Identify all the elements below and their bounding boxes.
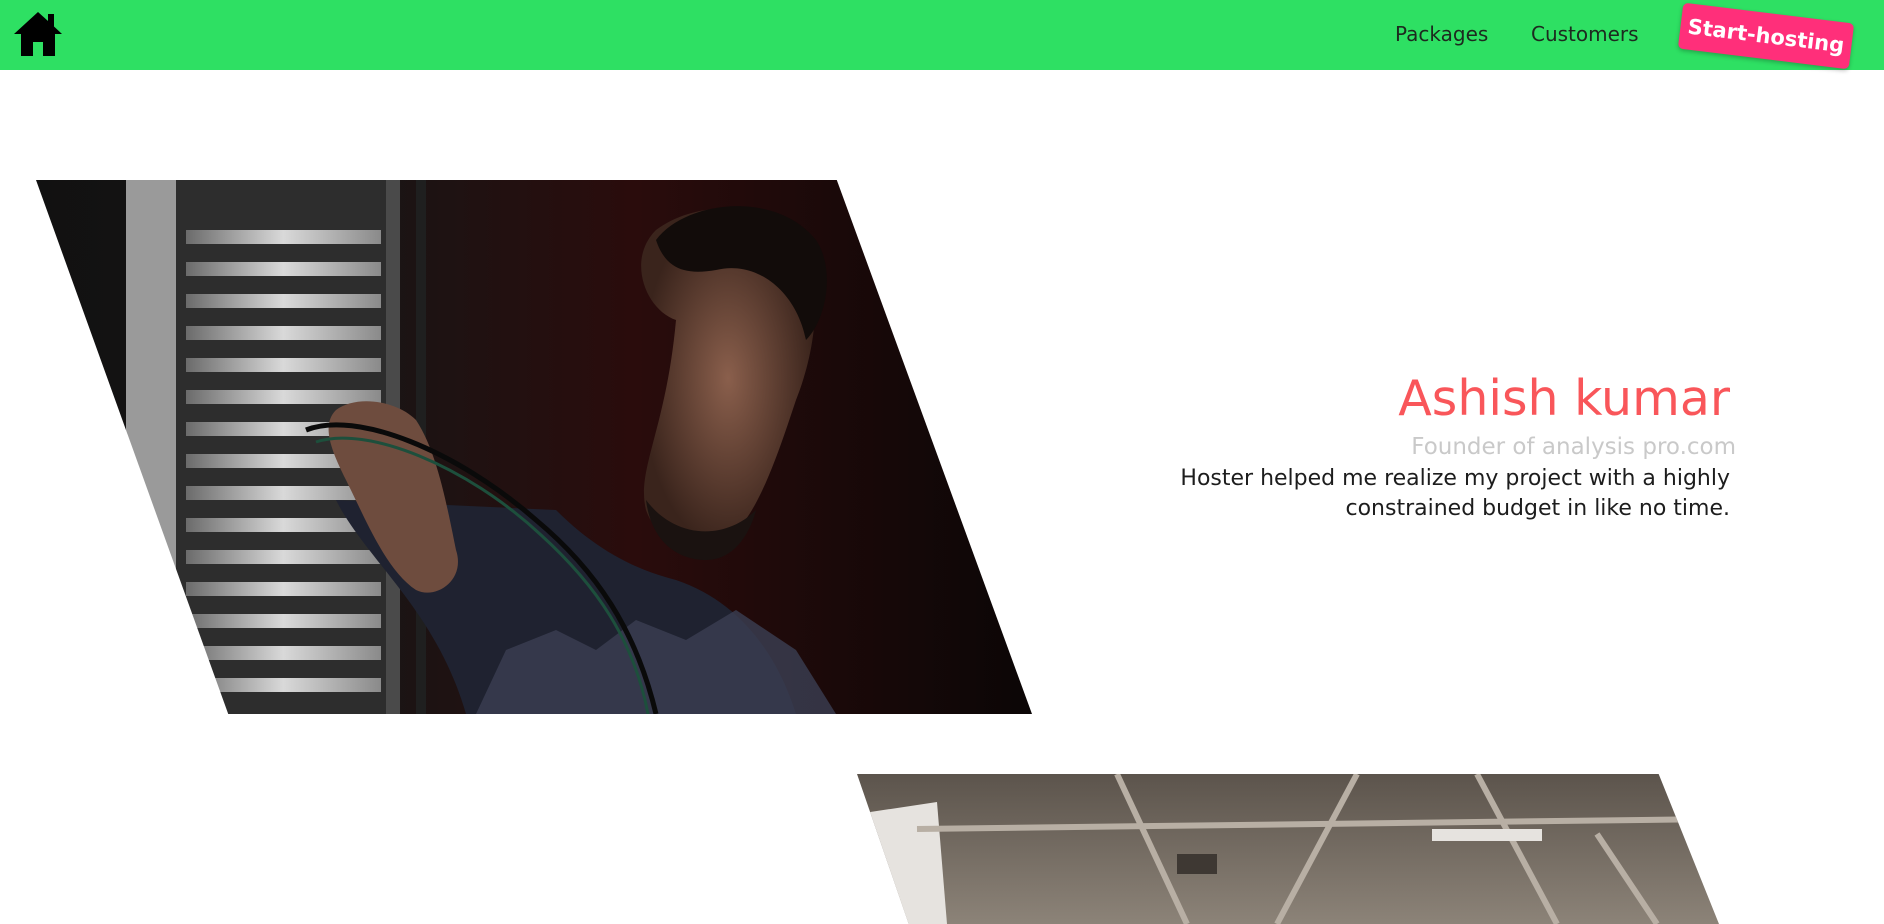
top-navbar: Packages Customers Start-hosting: [0, 0, 1884, 70]
nav-link-packages[interactable]: Packages: [1395, 22, 1488, 46]
home-link[interactable]: [12, 8, 64, 60]
home-icon: [14, 12, 62, 56]
testimonial-role: Founder of analysis pro.com: [1411, 434, 1736, 460]
nav-link-customers[interactable]: Customers: [1531, 22, 1639, 46]
start-hosting-button[interactable]: Start-hosting: [1677, 2, 1855, 70]
testimonial-name: Ashish kumar: [1398, 370, 1730, 427]
testimonial-ashish-kumar: Ashish kumar Founder of analysis pro.com…: [1170, 366, 1736, 524]
testimonial-photo-server-technician: [36, 180, 1032, 714]
testimonial-quote: Hoster helped me realize my project with…: [1180, 466, 1730, 521]
testimonial-photo-warehouse: [857, 774, 1719, 924]
